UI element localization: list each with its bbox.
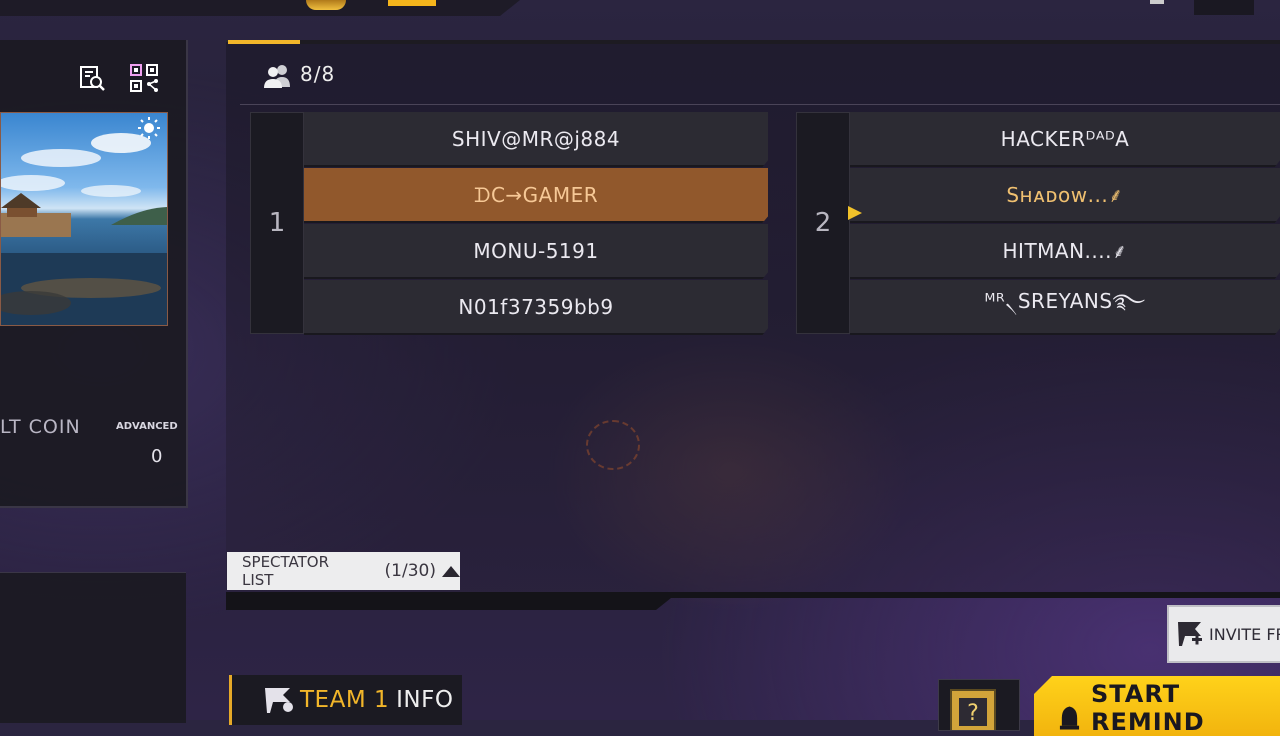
header-divider	[240, 104, 1280, 105]
lobby-bottom-border	[226, 592, 1280, 610]
invite-flag-icon	[1178, 622, 1202, 646]
top-tab-indicator[interactable]	[388, 0, 436, 6]
team1-slot-2-selected[interactable]: ᗪC→GAMER	[304, 168, 768, 223]
player-name: HACKERᴰᴬᴰA	[1000, 126, 1130, 151]
team-number-label: 2	[814, 208, 832, 238]
lobby-tab-indicator	[228, 40, 300, 44]
team-info-suffix: INFO	[396, 687, 454, 713]
loading-spinner-icon	[586, 420, 640, 470]
players-icon	[263, 63, 293, 89]
team-number-label: 1	[268, 208, 286, 238]
advanced-label: ADVANCED	[116, 421, 178, 432]
team-number-2: 2	[796, 112, 850, 334]
expand-up-icon	[442, 565, 460, 577]
team1-slot-3[interactable]: MONU-5191	[304, 224, 768, 279]
spectator-label: SPECTATOR LIST	[242, 553, 330, 589]
player-name: ᴹᴿ৲SREYANS࿐	[984, 288, 1146, 313]
player-name: ᗪC→GAMER	[473, 182, 599, 207]
coin-value: 0	[151, 446, 163, 467]
coin-label: LT COIN	[0, 416, 81, 438]
team-flag-icon	[265, 688, 293, 713]
mystery-box-icon[interactable]: ?	[938, 679, 1020, 733]
svg-text:?: ?	[967, 701, 979, 726]
lobby-top-border	[300, 40, 1280, 44]
player-name: HITMAN....⸙	[1002, 239, 1128, 263]
player-count: 8/8	[300, 62, 336, 86]
team-info-prefix: TEAM 1	[300, 687, 390, 713]
team2-slot-2[interactable]: Sʜᴀᴅᴏᴡ...⸙	[850, 168, 1280, 223]
weather-sun-icon	[137, 116, 161, 140]
room-search-icon[interactable]	[77, 63, 107, 93]
invite-label: INVITE FR	[1209, 624, 1280, 644]
player-name: MONU-5191	[473, 238, 599, 263]
team-number-1: 1	[250, 112, 304, 334]
host-marker-icon	[848, 206, 862, 220]
top-right-indicator	[1150, 0, 1164, 4]
top-bar	[0, 0, 520, 16]
qr-share-icon[interactable]	[129, 63, 159, 93]
team1-slot-4[interactable]: N01f37359bb9	[304, 280, 768, 335]
player-name: N01f37359bb9	[458, 294, 614, 319]
team2-slot-1[interactable]: HACKERᴰᴬᴰA	[850, 112, 1280, 167]
spectator-count: (1/30)	[384, 561, 436, 581]
team1-slot-1[interactable]: SHIV@MR@j884	[304, 112, 768, 167]
spectator-list-button[interactable]: SPECTATOR LIST (1/30)	[227, 552, 460, 590]
team2-slot-3[interactable]: HITMAN....⸙	[850, 224, 1280, 279]
invite-friends-button[interactable]: INVITE FR	[1167, 605, 1280, 663]
team2-slot-4[interactable]: ᴹᴿ৲SREYANS࿐	[850, 280, 1280, 335]
player-name: Sʜᴀᴅᴏᴡ...⸙	[1006, 183, 1124, 207]
start-remind-label: START REMIND	[1090, 680, 1205, 736]
top-right-button[interactable]	[1194, 0, 1254, 15]
map-thumbnail[interactable]	[0, 112, 168, 326]
team-info-button[interactable]: TEAM 1 INFO	[229, 675, 462, 725]
start-remind-button[interactable]: START REMIND	[1034, 676, 1280, 736]
player-name: SHIV@MR@j884	[451, 126, 621, 151]
bell-icon	[1059, 706, 1080, 730]
left-lower-panel	[0, 572, 186, 723]
rank-badge-icon[interactable]	[306, 0, 346, 10]
